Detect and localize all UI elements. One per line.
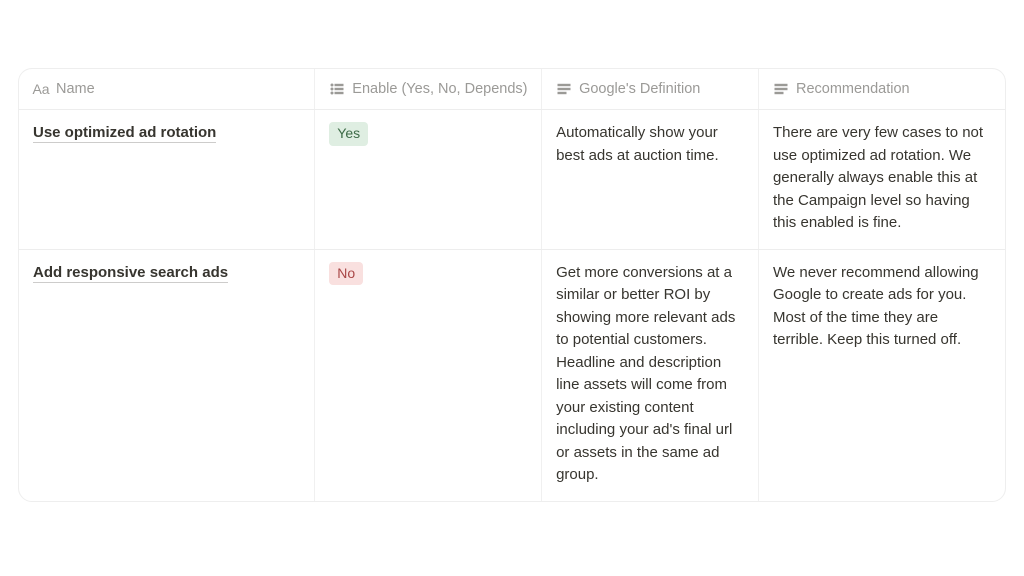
settings-table-card: Aa Name [18, 68, 1006, 502]
text-property-icon [556, 81, 572, 97]
text-property-icon [773, 81, 789, 97]
cell-definition: Get more conversions at a similar or bet… [542, 249, 759, 501]
row-name[interactable]: Add responsive search ads [33, 264, 228, 283]
cell-recommendation: There are very few cases to not use opti… [758, 110, 1005, 250]
col-header-recommendation[interactable]: Recommendation [758, 69, 1005, 110]
select-property-icon [329, 81, 345, 97]
table-row[interactable]: Use optimized ad rotation Yes Automatica… [19, 110, 1005, 250]
col-header-definition[interactable]: Google's Definition [542, 69, 759, 110]
col-header-enable-label: Enable (Yes, No, Depends) [352, 81, 527, 97]
col-header-recommendation-label: Recommendation [796, 81, 910, 97]
col-header-definition-label: Google's Definition [579, 81, 700, 97]
table-row[interactable]: Add responsive search ads No Get more co… [19, 249, 1005, 501]
row-name[interactable]: Use optimized ad rotation [33, 124, 216, 143]
col-header-name-label: Name [56, 81, 95, 97]
table-header-row: Aa Name [19, 69, 1005, 110]
col-header-name[interactable]: Aa Name [19, 69, 315, 110]
col-header-enable[interactable]: Enable (Yes, No, Depends) [315, 69, 542, 110]
enable-tag[interactable]: No [329, 262, 363, 286]
cell-recommendation: We never recommend allowing Google to cr… [758, 249, 1005, 501]
title-property-icon: Aa [33, 81, 49, 97]
enable-tag[interactable]: Yes [329, 122, 368, 146]
settings-table: Aa Name [19, 69, 1005, 501]
cell-definition: Automatically show your best ads at auct… [542, 110, 759, 250]
